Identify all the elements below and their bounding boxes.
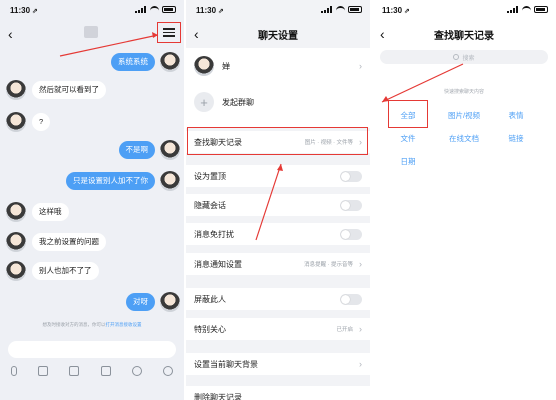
chevron-right-icon: › [359, 61, 362, 71]
search-input[interactable]: 搜索 [380, 50, 548, 64]
contact-avatar[interactable] [6, 80, 26, 100]
contact-name: 婵 [222, 61, 230, 71]
hide-chat-toggle[interactable] [340, 199, 362, 211]
search-history-highlight-box [187, 127, 368, 155]
settings-row-hide-chat: 隐藏会话 [186, 194, 370, 216]
chevron-right-icon: › [359, 359, 362, 369]
settings-header: ‹ 聊天设置 [186, 22, 370, 46]
message-row: 只是设置别人加不了你 [66, 171, 180, 191]
my-avatar[interactable] [160, 171, 180, 191]
red-packet-icon[interactable] [100, 366, 111, 376]
message-row: 我之前设置的问题 [6, 232, 106, 252]
category-stickers[interactable]: 表情 [504, 110, 528, 121]
camera-icon[interactable] [69, 366, 80, 376]
battery-icon [534, 6, 548, 13]
message-row: 然后就可以看到了 [6, 80, 106, 100]
settings-row-pin-top: 设为置顶 [186, 165, 370, 187]
contact-avatar [194, 56, 214, 76]
message-row: 这样哦 [6, 202, 69, 222]
status-bar: 11:30 ⇗ [0, 0, 184, 18]
chat-settings-screen: 11:30 ⇗ ‹ 聊天设置 婵 › + 发起群聊 查找聊天记录 图片 · 视频 … [186, 0, 370, 400]
status-bar: 11:30 ⇗ [372, 0, 556, 18]
system-note: 想及时接收对方的消息，你可以打开消息接收设置 [42, 322, 142, 327]
wifi-icon [150, 6, 159, 13]
search-icon [453, 54, 460, 60]
plus-icon[interactable] [163, 366, 174, 376]
signal-icon [135, 6, 147, 13]
message-bubble: 只是设置别人加不了你 [66, 172, 155, 190]
contact-avatar[interactable] [6, 261, 26, 281]
page-title: 查找聊天记录 [434, 31, 494, 42]
status-time: 11:30 ⇗ [10, 6, 38, 15]
contact-entry[interactable]: 婵 › [194, 56, 362, 76]
add-icon: + [194, 92, 214, 112]
message-row: 对呀 [126, 292, 180, 312]
category-online-docs[interactable]: 在线文档 [440, 133, 488, 144]
search-history-screen: 11:30 ⇗ ‹ 查找聊天记录 搜索 快速搜索聊天内容 全部 图片/视频 表情 … [372, 0, 556, 400]
start-group-chat[interactable]: + 发起群聊 [194, 92, 254, 112]
contact-name-blurred [84, 26, 98, 38]
category-photo-video[interactable]: 图片/视频 [440, 110, 488, 121]
settings-row-chat-background[interactable]: 设置当前聊天背景 › [186, 353, 370, 375]
battery-icon [162, 6, 176, 13]
start-group-label: 发起群聊 [222, 97, 254, 107]
chevron-right-icon: › [359, 259, 362, 269]
search-header: ‹ 查找聊天记录 [372, 22, 556, 46]
search-hint: 快速搜索聊天内容 [443, 89, 484, 95]
back-icon[interactable]: ‹ [8, 26, 24, 42]
my-avatar[interactable] [160, 292, 180, 312]
wifi-icon [336, 6, 345, 13]
signal-icon [321, 6, 333, 13]
signal-icon [507, 6, 519, 13]
message-bubble: 对呀 [126, 293, 155, 311]
settings-row-special-care[interactable]: 特别关心 已开启 › [186, 318, 370, 340]
wifi-icon [522, 6, 531, 13]
message-row: ? [6, 112, 51, 132]
message-input[interactable] [8, 341, 176, 358]
settings-row-delete-history[interactable]: 删除聊天记录 [186, 386, 370, 400]
contact-avatar[interactable] [6, 232, 26, 252]
my-avatar[interactable] [160, 140, 180, 160]
message-bubble: 别人也加不了了 [32, 262, 99, 280]
do-not-disturb-toggle[interactable] [340, 228, 362, 240]
status-bar: 11:30 ⇗ [186, 0, 370, 18]
chat-screen: 11:30 ⇗ ‹ 系统系统 然后就可以看到了 ? 不是啊 只是设置别人加不了你 … [0, 0, 184, 400]
settings-row-do-not-disturb: 消息免打扰 [186, 223, 370, 245]
chevron-right-icon: › [359, 324, 362, 334]
notification-settings-link[interactable]: 打开消息接收设置 [106, 322, 142, 327]
my-avatar[interactable] [160, 52, 180, 72]
message-row: 系统系统 [111, 52, 180, 72]
page-title: 聊天设置 [258, 31, 298, 42]
settings-row-notification[interactable]: 消息通知设置 消息提醒 · 提示音等 › [186, 253, 370, 275]
message-bubble: 不是啊 [118, 141, 155, 159]
message-bubble: ? [32, 113, 51, 131]
message-bubble: 系统系统 [111, 53, 155, 71]
block-toggle[interactable] [340, 293, 362, 305]
category-date[interactable]: 日期 [396, 156, 420, 167]
contact-avatar[interactable] [6, 112, 26, 132]
message-row: 别人也加不了了 [6, 261, 99, 281]
category-files[interactable]: 文件 [396, 133, 420, 144]
message-bubble: 这样哦 [32, 203, 69, 221]
menu-highlight-box [157, 22, 181, 43]
message-bubble: 然后就可以看到了 [32, 81, 106, 99]
message-bubble: 我之前设置的问题 [32, 233, 106, 251]
pin-top-toggle[interactable] [340, 170, 362, 182]
chat-toolbar [0, 362, 184, 380]
emoji-icon[interactable] [131, 366, 142, 376]
message-row: 不是啊 [118, 140, 180, 160]
settings-row-block: 屏蔽此人 [186, 288, 370, 310]
image-icon[interactable] [37, 366, 48, 376]
battery-icon [348, 6, 362, 13]
status-time: 11:30 ⇗ [196, 6, 224, 15]
category-links[interactable]: 链接 [504, 133, 528, 144]
mic-icon[interactable] [10, 366, 17, 376]
status-time: 11:30 ⇗ [382, 6, 410, 15]
category-all-highlight-box [388, 100, 428, 128]
contact-avatar[interactable] [6, 202, 26, 222]
